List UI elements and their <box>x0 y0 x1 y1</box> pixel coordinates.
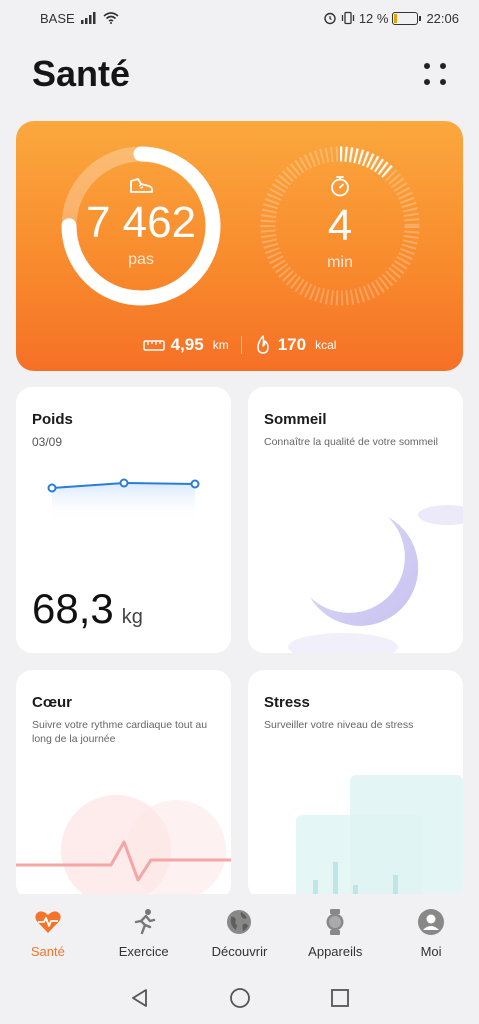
heart-card[interactable]: Cœur Suivre votre rythme cardiaque tout … <box>16 670 231 900</box>
moon-illustration-icon <box>288 505 463 653</box>
battery-icon <box>392 11 422 25</box>
distance-value: 4,95 <box>170 335 204 354</box>
steps-unit: pas <box>128 251 154 268</box>
nav-decouvrir[interactable]: Découvrir <box>194 908 284 959</box>
stress-subtitle: Surveiller votre niveau de stress <box>264 719 414 731</box>
sleep-subtitle: Connaître la qualité de votre sommeil <box>264 436 438 448</box>
sleep-card[interactable]: Sommeil Connaître la qualité de votre so… <box>248 387 463 653</box>
running-icon <box>134 909 155 935</box>
system-navigation-bar <box>0 972 479 1024</box>
activity-card[interactable]: 7 462 pas 4 min 4,95 km 170 kcal <box>16 121 463 371</box>
clock: 22:06 <box>426 10 459 26</box>
status-bar: BASE 12 % 22:06 <box>0 0 479 36</box>
signal-icon <box>80 12 96 24</box>
weight-card[interactable]: Poids 03/09 68,3 kg <box>16 387 231 653</box>
ruler-icon <box>142 340 165 351</box>
weight-value: 68,3 <box>32 585 114 632</box>
calories-value: 170 <box>277 335 307 354</box>
bottom-navigation: Santé Exercice Découvrir Appareils Moi <box>0 894 479 972</box>
active-time-value: 4 <box>327 201 353 250</box>
heart-subtitle: Suivre votre rythme cardiaque tout au lo… <box>32 719 208 745</box>
activity-summary: 4,95 km 170 kcal <box>16 335 463 355</box>
watch-icon <box>326 909 344 935</box>
nav-label: Santé <box>30 944 65 959</box>
sleep-title: Sommeil <box>264 411 327 428</box>
profile-icon <box>418 909 445 935</box>
back-icon[interactable] <box>129 987 151 1009</box>
stopwatch-icon <box>331 176 349 197</box>
page-title: Santé <box>32 53 131 94</box>
stress-card[interactable]: Stress Surveiller votre niveau de stress <box>248 670 463 900</box>
nav-sante[interactable]: Santé <box>3 908 93 959</box>
nav-label: Appareils <box>308 944 363 959</box>
nav-label: Moi <box>420 944 442 959</box>
steps-value: 7 462 <box>85 198 197 247</box>
active-time-unit: min <box>327 254 353 271</box>
recents-icon[interactable] <box>329 987 351 1009</box>
weight-title: Poids <box>32 411 73 428</box>
weight-reading: 68,3 kg <box>32 585 143 633</box>
nav-label: Exercice <box>118 944 169 959</box>
wifi-icon <box>103 12 119 24</box>
weight-trend-chart <box>47 478 200 521</box>
stress-illustration-icon <box>296 775 463 900</box>
active-time-ring: 4 min <box>257 143 423 309</box>
weight-date: 03/09 <box>32 435 63 449</box>
vibrate-icon <box>341 11 354 25</box>
shoe-icon <box>130 178 153 193</box>
more-options-button[interactable] <box>421 60 449 88</box>
heart-illustration-icon <box>16 795 231 900</box>
carrier-label: BASE <box>40 10 75 26</box>
battery-percent: 12 % <box>358 10 389 26</box>
app-header: Santé <box>32 50 449 98</box>
flame-icon <box>256 335 269 354</box>
steps-ring: 7 462 pas <box>58 143 224 309</box>
heart-icon <box>35 911 61 933</box>
globe-icon <box>227 910 252 934</box>
calories-unit: kcal <box>315 338 337 352</box>
nav-label: Découvrir <box>211 944 268 959</box>
nav-exercice[interactable]: Exercice <box>99 908 189 959</box>
home-icon[interactable] <box>229 987 251 1009</box>
heart-title: Cœur <box>32 694 72 711</box>
stress-title: Stress <box>264 694 310 711</box>
alarm-icon <box>324 12 336 25</box>
nav-moi[interactable]: Moi <box>386 908 476 959</box>
distance-unit: km <box>212 338 229 352</box>
weight-unit: kg <box>121 606 143 628</box>
nav-appareils[interactable]: Appareils <box>290 908 380 959</box>
